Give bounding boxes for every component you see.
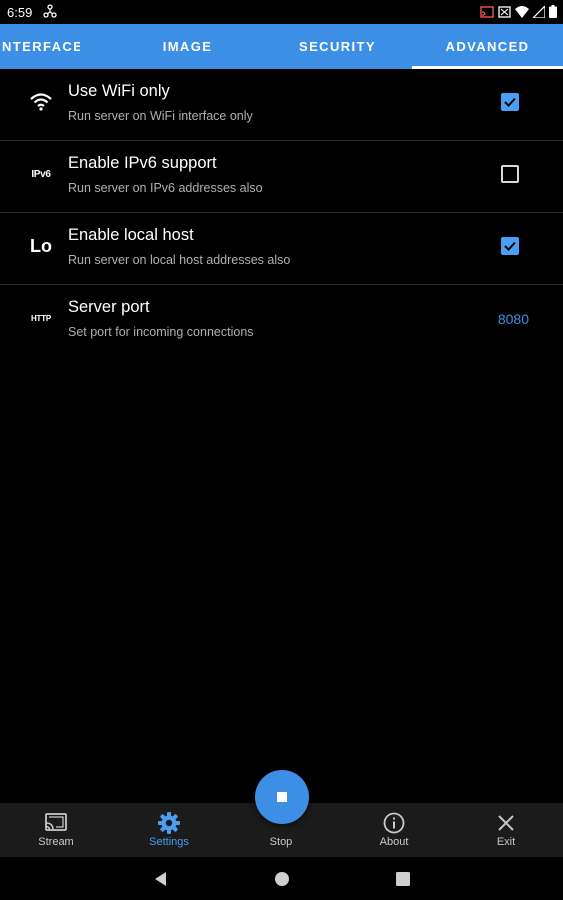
- setting-subtitle: Set port for incoming connections: [68, 325, 254, 339]
- http-icon-text: HTTP: [30, 313, 52, 323]
- system-nav-bar: [0, 857, 563, 900]
- setting-title: Enable IPv6 support: [68, 154, 217, 172]
- battery-icon: [549, 5, 557, 18]
- nav-label: Settings: [149, 836, 189, 848]
- setting-subtitle: Run server on local host addresses also: [68, 253, 291, 267]
- nav-label: Stop: [269, 836, 293, 848]
- cast-status-icon: [480, 5, 494, 18]
- tab-advanced[interactable]: ADVANCED: [412, 24, 563, 69]
- wifi-only-checkbox[interactable]: [501, 93, 519, 111]
- setting-use-wifi-only[interactable]: Use WiFi only Run server on WiFi interfa…: [0, 69, 563, 141]
- setting-enable-local-host[interactable]: Lo Enable local host Run server on local…: [0, 213, 563, 285]
- local-host-checkbox[interactable]: [501, 237, 519, 255]
- nav-label: Stream: [38, 836, 74, 848]
- ipv6-icon: IPv6: [24, 161, 58, 187]
- recents-icon[interactable]: [394, 870, 412, 888]
- nav-settings[interactable]: Settings: [124, 803, 214, 857]
- setting-subtitle: Run server on WiFi interface only: [68, 109, 253, 123]
- localhost-icon: Lo: [24, 233, 58, 259]
- stop-fab-button[interactable]: [255, 770, 309, 824]
- cast-icon: [44, 811, 68, 835]
- status-icons: [480, 5, 557, 18]
- nav-label: Exit: [496, 836, 516, 848]
- wifi-icon: [24, 89, 58, 115]
- settings-list: Use WiFi only Run server on WiFi interfa…: [0, 69, 563, 356]
- stop-icon: [277, 792, 287, 802]
- nav-exit[interactable]: Exit: [461, 803, 551, 857]
- cast-outline-icon: [498, 5, 511, 18]
- setting-subtitle: Run server on IPv6 addresses also: [68, 181, 263, 195]
- setting-title: Use WiFi only: [68, 82, 170, 100]
- ipv6-icon-text: IPv6: [31, 168, 51, 180]
- nav-label: About: [379, 836, 409, 848]
- nav-about[interactable]: About: [349, 803, 439, 857]
- setting-server-port[interactable]: HTTP Server port Set port for incoming c…: [0, 285, 563, 356]
- tab-security[interactable]: SECURITY: [280, 24, 395, 69]
- gear-icon: [157, 811, 181, 835]
- close-icon: [494, 811, 518, 835]
- nav-stream[interactable]: Stream: [11, 803, 101, 857]
- home-icon[interactable]: [273, 870, 291, 888]
- status-bar: 6:59: [0, 0, 563, 24]
- setting-enable-ipv6[interactable]: IPv6 Enable IPv6 support Run server on I…: [0, 141, 563, 213]
- signal-icon: [533, 5, 545, 18]
- setting-title: Enable local host: [68, 226, 194, 244]
- tab-image[interactable]: IMAGE: [130, 24, 245, 69]
- ipv6-checkbox[interactable]: [501, 165, 519, 183]
- status-time: 6:59: [7, 5, 33, 20]
- setting-title: Server port: [68, 298, 150, 316]
- localhost-icon-text: Lo: [30, 235, 52, 256]
- back-icon[interactable]: [152, 870, 170, 888]
- notification-icon: [43, 4, 57, 18]
- wifi-status-icon: [515, 5, 529, 18]
- tab-interface[interactable]: INTERFACE: [0, 24, 80, 69]
- tab-bar: INTERFACE IMAGE SECURITY ADVANCED: [0, 24, 563, 69]
- screen: 6:59 INTERFACE IMAGE SECURITY ADVANCED U…: [0, 0, 563, 900]
- server-port-value[interactable]: 8080: [498, 311, 529, 327]
- http-icon: HTTP: [24, 305, 58, 331]
- info-icon: [382, 811, 406, 835]
